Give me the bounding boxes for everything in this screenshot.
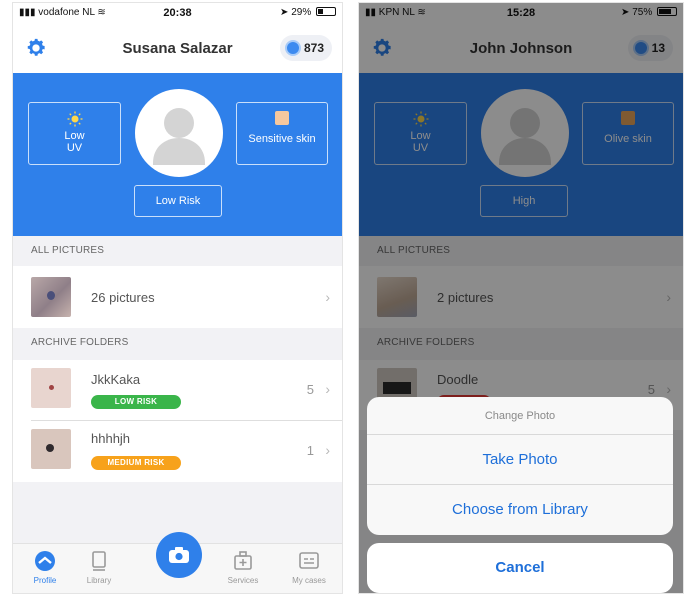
folder-name: JkkKaka: [91, 372, 141, 387]
folder-name: hhhhjh: [91, 431, 131, 446]
camera-icon: [169, 547, 189, 563]
location-icon: ➤: [280, 7, 289, 18]
services-tab-icon: [234, 551, 252, 570]
archive-folders-heading: ARCHIVE FOLDERS: [31, 337, 129, 348]
sun-icon: [67, 111, 82, 127]
app-header: Susana Salazar 873: [13, 23, 342, 73]
uv-level-tile[interactable]: Low UV: [28, 102, 121, 165]
folder-thumbnail: [31, 368, 71, 408]
chevron-right-icon: ›: [325, 442, 330, 458]
status-bar: ▮▮▮ vodafone NL ≋ 20:38 ➤ 29%: [13, 3, 342, 23]
cancel-button[interactable]: Cancel: [367, 543, 673, 593]
tab-library[interactable]: Library: [69, 550, 129, 585]
action-sheet-title: Change Photo: [367, 397, 673, 435]
battery-percent: 29%: [291, 7, 312, 18]
status-right: ➤ 29%: [280, 7, 336, 18]
profile-screen-left: ▮▮▮ vodafone NL ≋ 20:38 ➤ 29% Susana Sal…: [12, 2, 343, 594]
uv-label: Low UV: [64, 130, 85, 154]
tab-my-cases[interactable]: My cases: [279, 550, 339, 585]
folder-thumbnail: [31, 429, 71, 469]
mole-mark: [46, 444, 54, 452]
folder-row[interactable]: JkkKaka LOW RISK 5 ›: [13, 360, 342, 420]
cases-tab-icon: [299, 552, 319, 569]
tab-bar: Profile Library Services My cases: [13, 532, 342, 593]
risk-level-button[interactable]: Low Risk: [134, 185, 222, 217]
folder-count: 5: [306, 382, 314, 397]
mole-mark: [47, 291, 55, 300]
person-placeholder-icon: [153, 108, 205, 165]
mole-mark: [49, 385, 54, 390]
coins-count: 873: [303, 41, 324, 55]
pictures-thumbnail: [31, 277, 71, 317]
tab-label: Profile: [33, 576, 57, 585]
action-sheet: Change Photo Take Photo Choose from Libr…: [367, 397, 673, 535]
risk-badge-medium: MEDIUM RISK: [91, 456, 181, 470]
tab-profile[interactable]: Profile: [15, 550, 75, 585]
choose-from-library-button[interactable]: Choose from Library: [367, 485, 673, 535]
tab-services[interactable]: Services: [213, 550, 273, 585]
skin-type-tile[interactable]: Sensitive skin: [236, 102, 328, 165]
chevron-right-icon: ›: [325, 381, 330, 397]
take-photo-button[interactable]: Take Photo: [367, 435, 673, 485]
pictures-count-label: 26 pictures: [91, 290, 155, 305]
all-pictures-row[interactable]: 26 pictures ›: [13, 266, 342, 328]
skin-swatch-icon: [275, 111, 289, 125]
folder-count: 1: [306, 443, 314, 458]
chevron-right-icon: ›: [325, 289, 330, 305]
risk-badge-low: LOW RISK: [91, 395, 181, 409]
archive-list: JkkKaka LOW RISK 5 › hhhhjh MEDIUM RISK …: [13, 360, 342, 482]
all-pictures-heading: ALL PICTURES: [31, 245, 105, 256]
profile-panel: Low UV Sensitive skin Low Risk: [13, 73, 342, 236]
tab-label: Library: [86, 576, 112, 585]
library-tab-icon: [92, 551, 106, 571]
tab-label: Services: [227, 576, 259, 585]
profile-tab-icon: [35, 551, 55, 571]
skin-label: Sensitive skin: [248, 133, 316, 145]
avatar[interactable]: [135, 89, 223, 177]
camera-button[interactable]: [156, 532, 202, 578]
tab-label: My cases: [292, 576, 326, 585]
profile-screen-right: ▮▮ KPN NL ≋ 15:28 ➤ 75% John Johnson 13 …: [358, 2, 684, 594]
battery-icon: [316, 7, 336, 16]
coin-icon: [284, 40, 301, 56]
coins-badge[interactable]: 873: [279, 35, 332, 61]
folder-row[interactable]: hhhhjh MEDIUM RISK 1 ›: [13, 421, 342, 481]
